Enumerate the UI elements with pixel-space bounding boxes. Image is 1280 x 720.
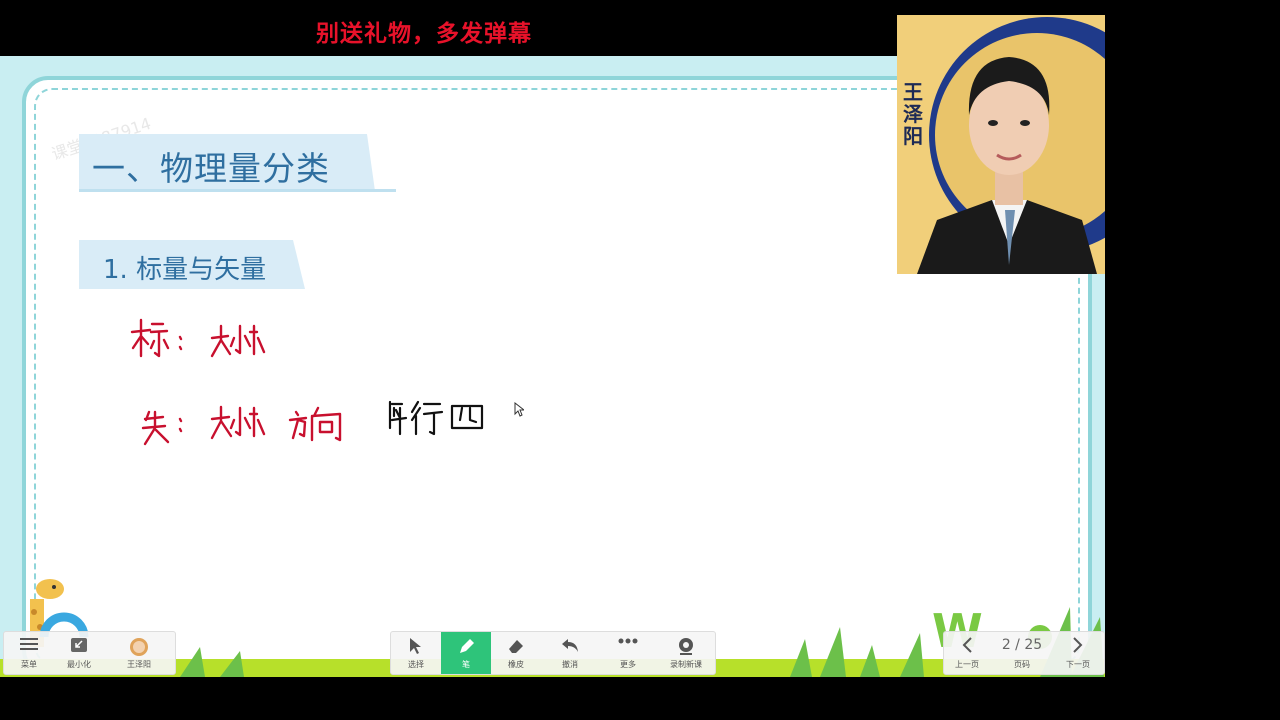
prev-page-label: 上一页 — [955, 660, 979, 669]
eraser-label: 橡皮 — [508, 660, 524, 669]
next-page-button[interactable]: 下一页 — [1054, 632, 1102, 674]
teacher-avatar-icon — [130, 638, 148, 656]
teacher-label: 王泽阳 — [127, 660, 151, 669]
record-icon — [679, 638, 693, 655]
mouse-cursor-icon — [514, 402, 524, 417]
record-button[interactable]: 录制新课 — [657, 632, 715, 674]
teacher-webcam: 王泽阳 — [897, 15, 1105, 274]
teacher-name-label: 王泽阳 — [903, 80, 923, 148]
prev-page-button[interactable]: 上一页 — [944, 632, 990, 674]
eraser-tool-button[interactable]: 橡皮 — [491, 632, 541, 674]
minimize-label: 最小化 — [67, 660, 91, 669]
next-page-label: 下一页 — [1066, 660, 1090, 669]
more-label: 更多 — [620, 660, 636, 669]
eraser-icon — [509, 640, 523, 653]
select-tool-button[interactable]: 选择 — [391, 632, 441, 674]
minimize-icon — [71, 638, 87, 652]
chevron-right-icon — [1073, 637, 1083, 653]
drawing-toolbar: 选择 笔 橡皮 撤消 更多 录制新课 — [390, 631, 716, 675]
page-number-button[interactable]: 2 / 25 页码 — [990, 632, 1054, 674]
menu-label: 菜单 — [21, 660, 37, 669]
banner-message: 别送礼物，多发弹幕 — [316, 21, 532, 47]
pen-icon — [460, 639, 474, 653]
more-icon — [618, 638, 638, 644]
pen-tool-button[interactable]: 笔 — [441, 632, 491, 674]
left-toolbar: 菜单 最小化 王泽阳 — [3, 631, 176, 675]
page-label: 页码 — [1014, 660, 1030, 669]
undo-label: 撤消 — [562, 660, 578, 669]
more-button[interactable]: 更多 — [599, 632, 657, 674]
chevron-left-icon — [962, 637, 972, 653]
undo-button[interactable]: 撤消 — [541, 632, 599, 674]
record-label: 录制新课 — [670, 660, 702, 669]
minimize-button[interactable]: 最小化 — [54, 632, 104, 674]
undo-icon — [562, 639, 578, 652]
teacher-portrait — [897, 15, 1105, 274]
pen-label: 笔 — [462, 660, 470, 669]
menu-button[interactable]: 菜单 — [4, 632, 54, 674]
menu-icon — [20, 638, 38, 650]
teacher-profile-button[interactable]: 王泽阳 — [104, 632, 174, 674]
page-indicator: 2 / 25 — [1001, 637, 1043, 653]
page-navigation: 上一页 2 / 25 页码 下一页 — [943, 631, 1105, 675]
pointer-icon — [410, 638, 421, 654]
select-label: 选择 — [408, 660, 424, 669]
